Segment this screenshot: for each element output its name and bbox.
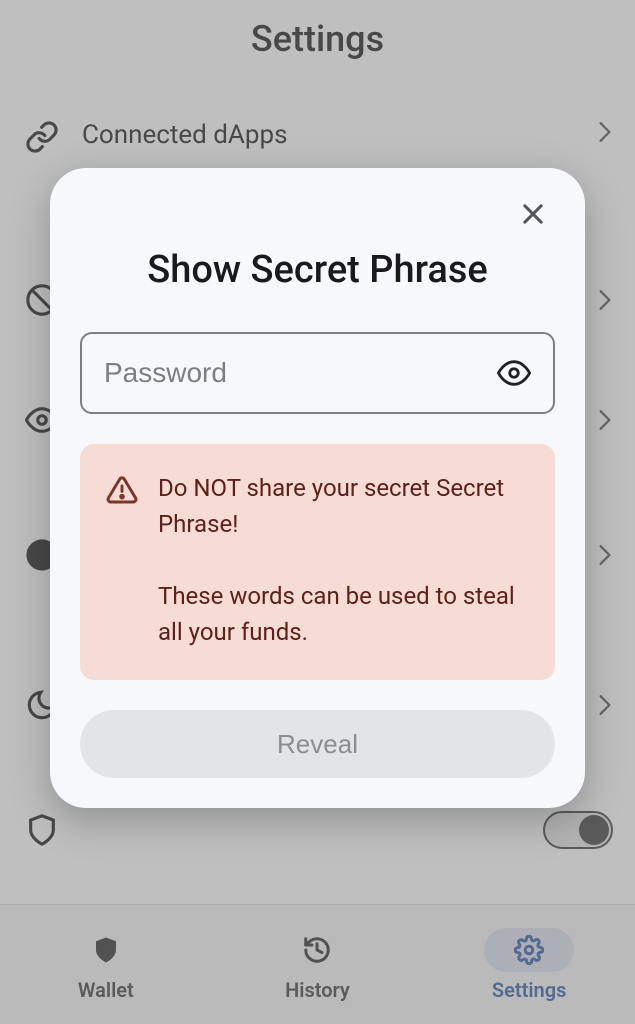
password-input[interactable] [104, 357, 487, 389]
reveal-button[interactable]: Reveal [80, 710, 555, 778]
eye-icon [497, 356, 531, 390]
close-icon [519, 200, 547, 228]
secret-phrase-modal: Show Secret Phrase Do NOT share your sec… [50, 168, 585, 808]
password-field[interactable] [80, 332, 555, 414]
warning-text: Do NOT share your secret Secret Phrase! … [158, 470, 529, 650]
close-button[interactable] [511, 192, 555, 236]
warning-box: Do NOT share your secret Secret Phrase! … [80, 444, 555, 680]
warning-line-2: These words can be used to steal all you… [158, 578, 529, 650]
warning-line-1: Do NOT share your secret Secret Phrase! [158, 470, 529, 542]
modal-title: Show Secret Phrase [80, 248, 555, 332]
warning-icon [106, 470, 138, 650]
toggle-password-visibility[interactable] [497, 356, 531, 390]
